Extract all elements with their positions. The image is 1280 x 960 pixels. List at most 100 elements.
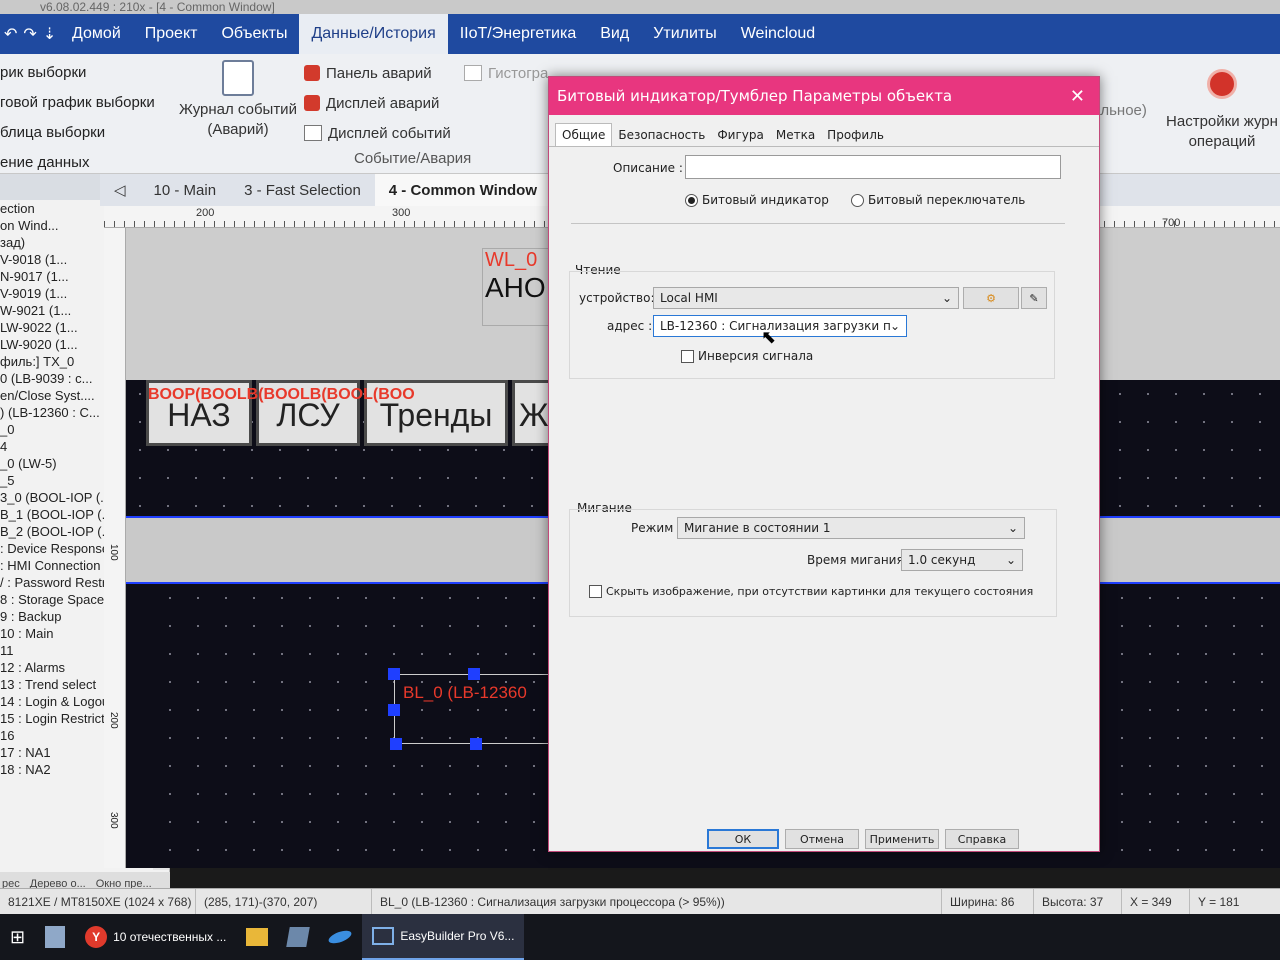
tab-label[interactable]: Метка [770,124,821,146]
address-select[interactable]: LB-12360 : Сигнализация загрузки проце⌄ [653,315,907,337]
alarm-bar-button[interactable]: Панель аварий [304,58,451,88]
taskbar-easybuilder[interactable]: EasyBuilder Pro V6... [362,914,525,960]
selection-handle[interactable] [470,738,482,750]
customize-qat-icon[interactable]: ⇣ [43,24,56,44]
event-display-button[interactable]: Дисплей событий [304,118,451,148]
dialog-tabs: Общие Безопасность Фигура Метка Профиль [549,119,1099,147]
alarm-display-button[interactable]: Дисплей аварий [304,88,451,118]
alarm-display-icon [304,95,320,111]
object-properties-dialog: Битовый индикатор/Тумблер Параметры объе… [548,76,1100,852]
doc-tab-common-window[interactable]: 4 - Common Window✕ [374,174,574,206]
ribbon-item-table[interactable]: блица выборки [0,118,170,148]
description-input[interactable] [685,155,1061,179]
start-button[interactable]: ⊞ [0,914,35,960]
status-height: Высота: 37 [1034,889,1122,914]
menu-view[interactable]: Вид [588,14,641,54]
tab-security[interactable]: Безопасность [612,124,711,146]
device-settings-icon: ⚙ [986,291,996,305]
apply-button[interactable]: Применить [865,829,939,849]
operation-log-settings-button[interactable]: Настройки журн операций [1164,56,1280,152]
doc-tab-main[interactable]: 10 - Main [140,174,231,206]
menu-utilities[interactable]: Утилиты [641,14,729,54]
radio-bit-switch[interactable]: Битовый переключатель [851,193,1025,207]
status-coords: (285, 171)-(370, 207) [196,889,372,914]
selection-handle[interactable] [390,738,402,750]
chevron-down-icon: ⌄ [1007,521,1018,535]
chevron-down-icon: ⌄ [1005,553,1016,567]
yandex-browser-icon: Y [85,926,108,948]
tabs-scroll-left-icon[interactable]: ◁ [100,181,140,199]
event-log-label: Журнал событий (Аварий) [179,101,297,138]
undo-icon[interactable]: ↶ [4,24,17,44]
selection-handle[interactable] [388,704,400,716]
histogram-icon [464,65,482,81]
device-label: устройство: [579,291,655,305]
tab-profile[interactable]: Профиль [821,124,890,146]
quick-access-toolbar: ↶ ↷ ⇣ [0,24,60,44]
operation-settings-label: Настройки журн операций [1166,113,1278,150]
invert-signal-box [681,349,694,363]
event-display-icon [304,125,322,141]
blink-mode-select[interactable]: Мигание в состоянии 1 ⌄ [677,517,1025,539]
vruler-mark: 200 [108,712,119,729]
window-title: v6.08.02.449 : 210x - [4 - Common Window… [40,0,275,14]
event-log-button[interactable]: Журнал событий (Аварий) [176,56,300,140]
blink-time-select[interactable]: 1.0 секунд ⌄ [901,549,1023,571]
menu-objects[interactable]: Объекты [209,14,299,54]
taskbar-notepad[interactable] [35,914,75,960]
nav-overlay-labels: BOOP(BOOLB(BOOLB(BOOL(BOO [148,386,415,403]
radio-bit-indicator[interactable]: Битовый индикатор [685,193,829,207]
invert-signal-checkbox[interactable]: Инверсия сигнала [681,349,813,363]
dialog-title-bar[interactable]: Битовый индикатор/Тумблер Параметры объе… [549,77,1099,115]
menu-project[interactable]: Проект [133,14,210,54]
menu-data-history[interactable]: Данные/История [299,14,448,54]
menu-home[interactable]: Домой [60,14,133,54]
help-button[interactable]: Справка [945,829,1019,849]
status-object: BL_0 (LB-12360 : Сигнализация загрузки п… [372,889,942,914]
doc-tab-fast-selection[interactable]: 3 - Fast Selection [230,174,375,206]
ruler-mark: 300 [392,207,411,219]
status-x: X = 349 [1122,889,1190,914]
selection-handle[interactable] [468,668,480,680]
tab-shape[interactable]: Фигура [711,124,770,146]
device-select[interactable]: Local HMI ⌄ [653,287,959,309]
cancel-button[interactable]: Отмена [785,829,859,849]
taskbar-explorer[interactable] [236,914,278,960]
chevron-down-icon: ⌄ [889,319,900,333]
address-label: адрес : [607,319,653,333]
taskbar-browser[interactable]: Y 10 отечественных ... [75,914,236,960]
taskbar-app-3[interactable] [318,914,362,960]
status-width: Ширина: 86 [942,889,1034,914]
taskbar-app-2[interactable] [278,914,318,960]
radio-bit-switch-dot [851,193,864,207]
dialog-title: Битовый индикатор/Тумблер Параметры объе… [557,87,953,105]
vruler-mark: 300 [108,812,119,829]
ribbon-sampling-group: рик выборки говой график выборки блица в… [0,58,170,178]
menu-weincloud[interactable]: Weincloud [729,14,827,54]
selection-handle[interactable] [388,668,400,680]
vertical-ruler: 100 200 300 [104,228,126,868]
ribbon-item-trend[interactable]: говой график выборки [0,88,170,118]
bit-lamp-object[interactable]: BL_0 (LB-12360 [394,674,554,744]
ribbon-item-sampling[interactable]: рик выборки [0,58,170,88]
feather-icon [327,928,354,946]
menu-iiot[interactable]: IIoT/Энергетика [448,14,589,54]
operation-settings-icon [1207,69,1237,99]
hide-image-box [589,585,602,598]
device-edit-button[interactable]: ✎ [1021,287,1047,309]
ok-button[interactable]: ОК [707,829,779,849]
alarm-small-group: Панель аварий Дисплей аварий Дисплей соб… [304,58,451,148]
window-title-strip: v6.08.02.449 : 210x - [4 - Common Window… [0,0,1280,14]
histogram-button[interactable]: Гистогра [464,58,548,88]
easybuilder-icon [372,927,395,945]
tab-general[interactable]: Общие [555,123,613,146]
alarm-bar-icon [304,65,320,81]
redo-icon[interactable]: ↷ [23,24,36,44]
edit-icon: ✎ [1029,291,1039,305]
dialog-close-icon[interactable]: ✕ [1070,86,1085,107]
chevron-down-icon: ⌄ [941,291,952,305]
device-settings-button[interactable]: ⚙ [963,287,1019,309]
folder-icon [246,928,269,946]
divider [571,223,1065,224]
hide-image-checkbox[interactable]: Скрыть изображение, при отсутствии карти… [589,585,1033,598]
